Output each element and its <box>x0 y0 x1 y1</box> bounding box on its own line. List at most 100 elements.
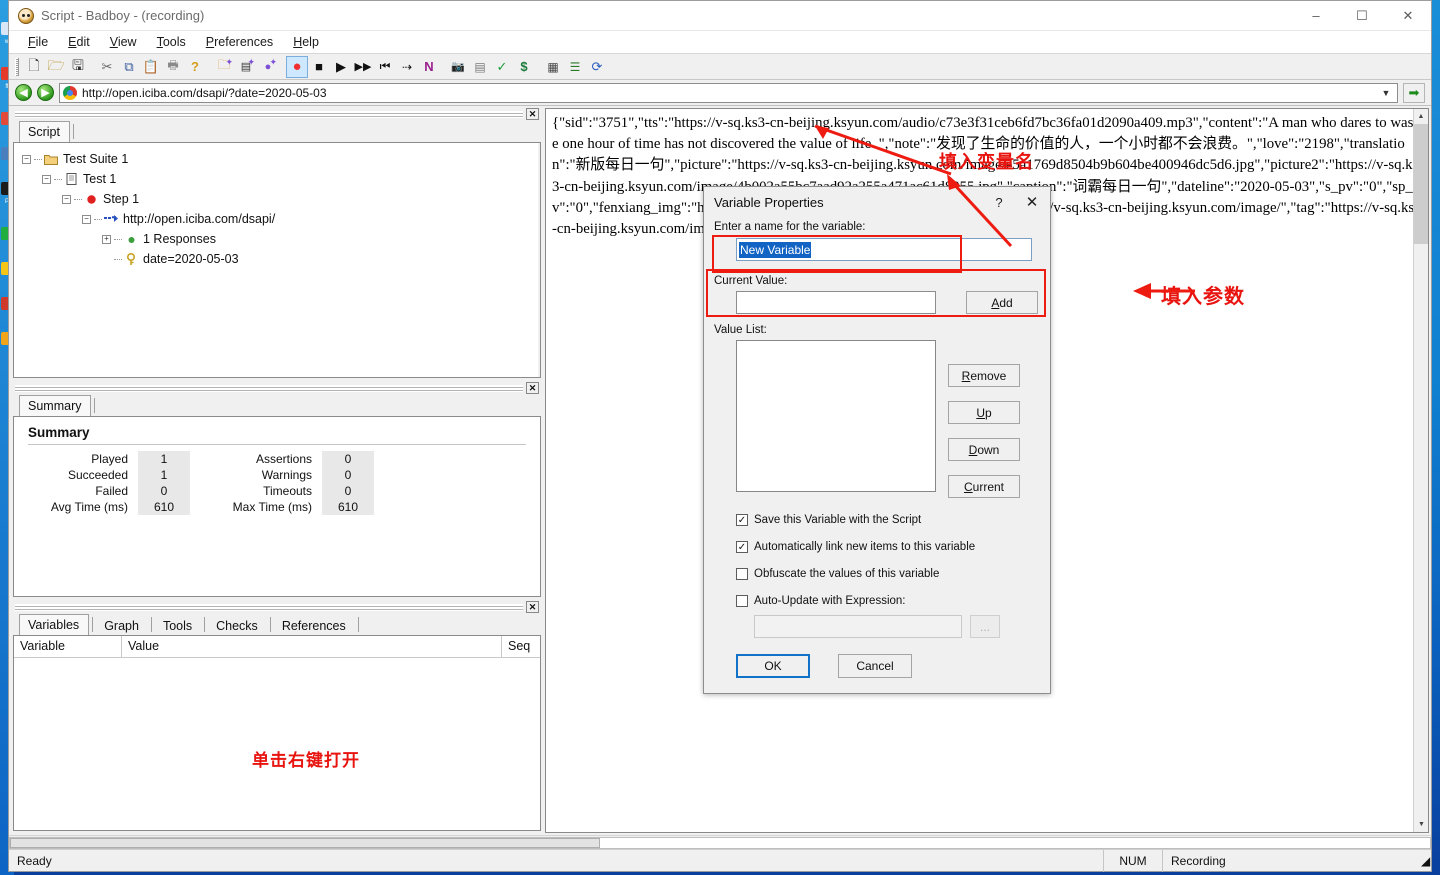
variable-properties-dialog: Variable Properties ? ✕ Enter a name for… <box>703 186 1051 694</box>
scrollbar-thumb[interactable] <box>1414 124 1428 244</box>
rewind-icon[interactable]: ⏮ <box>374 56 396 78</box>
menu-edit[interactable]: Edit <box>58 33 100 51</box>
go-arrow-icon[interactable]: ➡ <box>1403 82 1425 103</box>
new-step-icon[interactable]: ● ✦ <box>257 56 279 78</box>
forward-arrow-icon[interactable]: ▶ <box>37 84 54 101</box>
summary-pane-gripper[interactable]: ✕ <box>13 382 541 394</box>
expression-browse-button[interactable]: ... <box>970 615 1000 638</box>
cancel-button[interactable]: Cancel <box>838 654 912 678</box>
resize-grip-icon[interactable]: ◢ <box>1413 850 1431 872</box>
expression-input[interactable] <box>754 615 962 638</box>
tab-tools[interactable]: Tools <box>154 616 202 636</box>
checkbox-auto-update[interactable]: Auto-Update with Expression: <box>736 595 1040 607</box>
down-button[interactable]: Down <box>948 438 1020 461</box>
response-scrollbar[interactable]: ▲ ▼ <box>1413 109 1428 832</box>
maximize-button[interactable]: ☐ <box>1339 1 1385 31</box>
tree-item-test-suite[interactable]: − Test Suite 1 <box>18 149 540 169</box>
checkbox-auto-link[interactable]: ✓ Automatically link new items to this v… <box>736 541 1040 553</box>
bottom-horizontal-scrollbar[interactable] <box>9 835 1431 849</box>
back-arrow-icon[interactable]: ◀ <box>15 84 32 101</box>
save-icon[interactable]: 🖫 <box>67 56 89 78</box>
ok-button[interactable]: OK <box>736 654 810 678</box>
tab-references[interactable]: References <box>273 616 355 636</box>
stop-icon[interactable]: ■ <box>308 56 330 78</box>
column-header-seq[interactable]: Seq <box>502 636 540 657</box>
tab-script[interactable]: Script <box>19 121 70 143</box>
variables-pane-close-button[interactable]: ✕ <box>526 601 539 613</box>
variables-pane-gripper[interactable]: ✕ <box>13 601 541 613</box>
checkbox-obfuscate[interactable]: Obfuscate the values of this variable <box>736 568 1040 580</box>
new-test-icon[interactable]: ▤ ✦ <box>235 56 257 78</box>
menu-tools[interactable]: Tools <box>147 33 196 51</box>
script-tree-container[interactable]: − Test Suite 1 − Test 1 − Step 1 − http:… <box>13 142 541 378</box>
menu-help[interactable]: Help <box>283 33 329 51</box>
check-icon[interactable]: ✓ <box>491 56 513 78</box>
dialog-close-button[interactable]: ✕ <box>1014 193 1050 211</box>
refresh-icon[interactable]: ⟳ <box>586 56 608 78</box>
script-pane-close-button[interactable]: ✕ <box>526 108 539 120</box>
menu-view[interactable]: View <box>100 33 147 51</box>
tree-item-responses[interactable]: + 1 Responses <box>18 229 540 249</box>
scrollbar-track[interactable] <box>9 836 1431 849</box>
play-icon[interactable]: ▶ <box>330 56 352 78</box>
checkbox-icon[interactable] <box>736 568 748 580</box>
scroll-down-icon[interactable]: ▼ <box>1414 817 1428 832</box>
expander-icon[interactable]: − <box>82 214 91 224</box>
paste-icon[interactable]: 📋 <box>140 56 162 78</box>
expander-icon[interactable]: − <box>62 194 71 204</box>
checkbox-icon[interactable] <box>736 595 748 607</box>
help-icon[interactable]: ? <box>984 195 1014 210</box>
url-input[interactable]: http://open.iciba.com/dsapi/?date=2020-0… <box>59 82 1398 103</box>
column-header-variable[interactable]: Variable <box>14 636 122 657</box>
menu-preferences[interactable]: Preferences <box>196 33 283 51</box>
tab-graph[interactable]: Graph <box>96 616 148 636</box>
record-icon[interactable]: ● <box>286 55 308 78</box>
expander-icon[interactable]: − <box>22 154 31 164</box>
tab-summary[interactable]: Summary <box>19 395 92 417</box>
help-icon[interactable]: ? <box>184 56 206 78</box>
chevron-down-icon[interactable]: ▼ <box>1378 88 1394 98</box>
tree-item-request[interactable]: − http://open.iciba.com/dsapi/ <box>18 209 540 229</box>
up-button[interactable]: Up <box>948 401 1020 424</box>
expander-icon[interactable]: + <box>102 234 111 244</box>
checkbox-save-variable[interactable]: ✓ Save this Variable with the Script <box>736 514 1040 526</box>
step-icon[interactable]: ⇢ <box>396 56 418 78</box>
tree-item-test[interactable]: − Test 1 <box>18 169 540 189</box>
snapshot-icon[interactable]: 📷 <box>447 56 469 78</box>
checkbox-icon[interactable]: ✓ <box>736 514 748 526</box>
navigator-icon[interactable]: N <box>418 56 440 78</box>
column-header-value[interactable]: Value <box>122 636 502 657</box>
scrollbar-thumb[interactable] <box>10 837 600 848</box>
tree-item-step[interactable]: − Step 1 <box>18 189 540 209</box>
dollar-icon[interactable]: $ <box>513 56 535 78</box>
variables-grid-body[interactable]: 单击右键打开 <box>14 658 540 830</box>
copy-icon[interactable]: ⧉ <box>118 56 140 78</box>
value-list-box[interactable] <box>736 340 936 492</box>
summary-divider <box>28 444 526 445</box>
list-icon[interactable]: ☰ <box>564 56 586 78</box>
current-button[interactable]: Current <box>948 475 1020 498</box>
print-icon[interactable]: 🖶 <box>162 56 184 78</box>
grid-icon[interactable]: ▦ <box>542 56 564 78</box>
close-button[interactable]: ✕ <box>1385 1 1431 31</box>
toolbar-gripper[interactable] <box>15 57 19 76</box>
play-fast-icon[interactable]: ▶▶ <box>352 56 374 78</box>
minimize-button[interactable]: – <box>1293 1 1339 31</box>
menu-file[interactable]: File <box>18 33 58 51</box>
cut-icon[interactable]: ✂ <box>96 56 118 78</box>
report-icon[interactable]: ▤ <box>469 56 491 78</box>
expander-icon[interactable]: − <box>42 174 51 184</box>
checkbox-icon[interactable]: ✓ <box>736 541 748 553</box>
script-pane-gripper[interactable]: ✕ <box>13 108 541 120</box>
summary-pane-close-button[interactable]: ✕ <box>526 382 539 394</box>
new-suite-icon[interactable]: 🗀 ✦ <box>213 56 235 78</box>
script-tree-scrollbar[interactable] <box>538 143 540 377</box>
new-icon[interactable]: 🗋 <box>23 56 45 78</box>
tab-variables[interactable]: Variables <box>19 614 90 636</box>
open-folder-icon[interactable]: 🗁 <box>45 56 67 78</box>
scroll-up-icon[interactable]: ▲ <box>1414 109 1428 124</box>
remove-button[interactable]: Remove <box>948 364 1020 387</box>
tab-checks[interactable]: Checks <box>208 616 267 636</box>
variables-grid[interactable]: Variable Value Seq 单击右键打开 <box>13 635 541 831</box>
tree-item-parameter[interactable]: date=2020-05-03 <box>18 249 540 269</box>
